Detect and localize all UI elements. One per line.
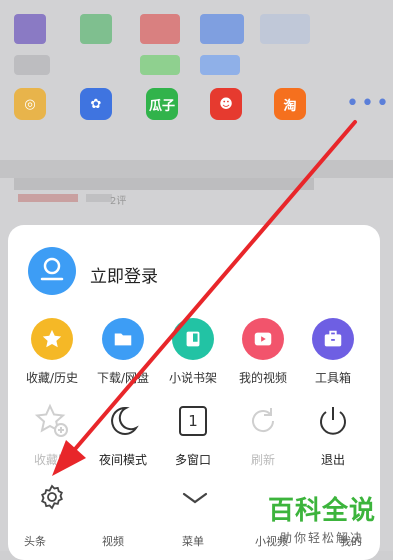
- watermark-subtitle: 助你轻松解决: [279, 531, 364, 545]
- watermark-logo: 百科全说 助你轻松解决: [262, 490, 382, 546]
- watermark-title: 百科全说: [267, 496, 376, 526]
- annotation-arrow: [52, 120, 357, 476]
